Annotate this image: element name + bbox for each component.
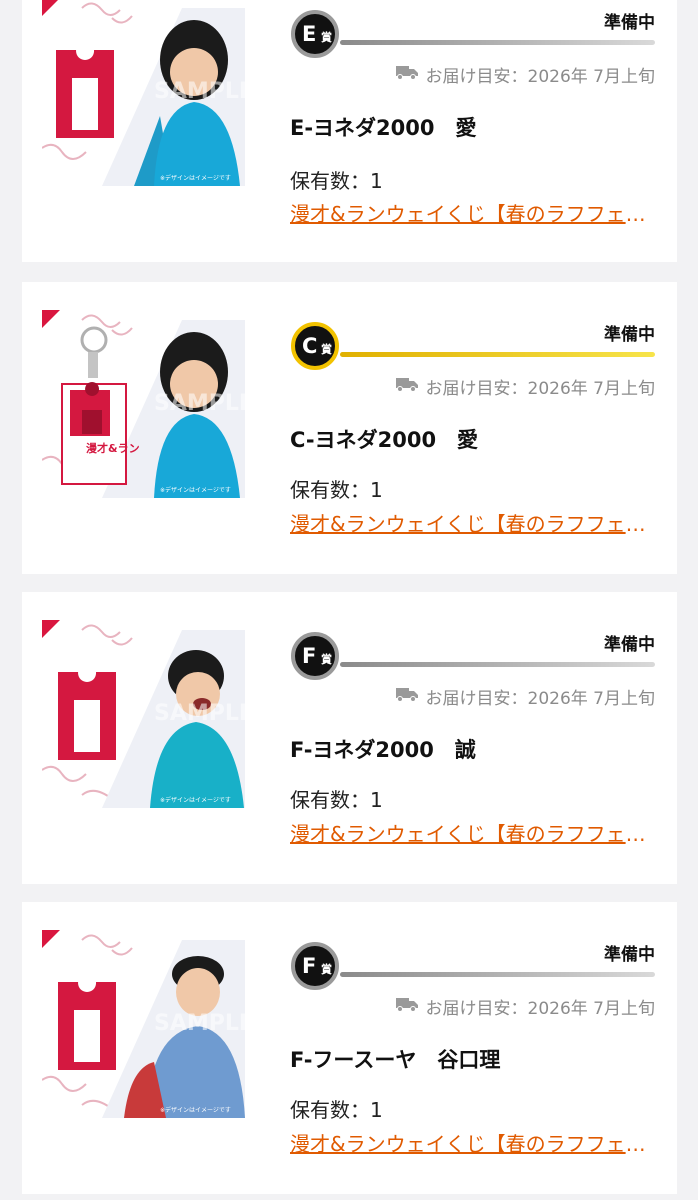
- rank-badge: E 賞: [291, 10, 339, 58]
- prize-title[interactable]: F-フースーヤ 谷口理: [290, 1044, 500, 1074]
- status-progress-line: [340, 352, 655, 357]
- lottery-link[interactable]: 漫才&ランウェイくじ【春のラフフェス】: [290, 1128, 652, 1157]
- quantity-owned: 保有数：1: [290, 169, 383, 193]
- prize-title[interactable]: F-ヨネダ2000 誠: [290, 734, 476, 764]
- image-caption: ※デザインはイメージです: [160, 174, 231, 182]
- image-watermark: SAMPLE: [154, 79, 245, 104]
- delivery-estimate: お届け目安：2026年 7月上旬: [395, 374, 655, 399]
- status-label: 準備中: [604, 13, 655, 33]
- image-watermark: SAMPLE: [154, 1011, 245, 1036]
- prize-title[interactable]: C-ヨネダ2000 愛: [290, 424, 478, 454]
- rank-badge: C 賞: [291, 322, 339, 370]
- image-caption: ※デザインはイメージです: [160, 486, 231, 494]
- rank-suffix: 賞: [321, 963, 332, 976]
- truck-icon: [395, 996, 418, 1017]
- quantity-owned: 保有数：1: [290, 1098, 383, 1122]
- image-watermark: SAMPLE: [154, 701, 245, 726]
- status-label: 準備中: [604, 945, 655, 965]
- rank-letter: C: [302, 334, 318, 358]
- rank-letter: F: [302, 644, 317, 668]
- delivery-estimate: お届け目安：2026年 7月上旬: [395, 994, 655, 1019]
- image-watermark: SAMPLE: [154, 391, 245, 416]
- delivery-estimate: お届け目安：2026年 7月上旬: [395, 684, 655, 709]
- prize-card[interactable]: SAMPLE ※デザインはイメージです F 賞 準備中 お届け目安：2026年 …: [22, 592, 677, 884]
- delivery-text: お届け目安：2026年 7月上旬: [425, 379, 655, 399]
- lottery-link[interactable]: 漫才&ランウェイくじ【春のラフフェス】: [290, 508, 652, 537]
- quantity-owned: 保有数：1: [290, 788, 383, 812]
- rank-suffix: 賞: [321, 31, 332, 44]
- image-caption: ※デザインはイメージです: [160, 1106, 231, 1114]
- delivery-text: お届け目安：2026年 7月上旬: [425, 999, 655, 1019]
- truck-icon: [395, 64, 418, 85]
- delivery-text: お届け目安：2026年 7月上旬: [425, 67, 655, 87]
- rank-letter: E: [302, 22, 317, 46]
- prize-card[interactable]: SAMPLE ※デザインはイメージです E 賞 準備中 お届け目安：2026年 …: [22, 0, 677, 262]
- prize-image[interactable]: 漫才&ラン SAMPLE ※デザインはイメージです: [42, 310, 245, 498]
- status-progress-line: [340, 662, 655, 667]
- prize-image[interactable]: SAMPLE ※デザインはイメージです: [42, 930, 245, 1118]
- delivery-text: お届け目安：2026年 7月上旬: [425, 689, 655, 709]
- rank-badge: F 賞: [291, 632, 339, 680]
- lottery-link[interactable]: 漫才&ランウェイくじ【春のラフフェス】: [290, 198, 652, 227]
- truck-icon: [395, 376, 418, 397]
- rank-suffix: 賞: [321, 653, 332, 666]
- prize-image[interactable]: SAMPLE ※デザインはイメージです: [42, 0, 245, 186]
- prize-image[interactable]: SAMPLE ※デザインはイメージです: [42, 620, 245, 808]
- prize-card[interactable]: 漫才&ラン SAMPLE ※デザインはイメージです C 賞 準備中 お届け目安：…: [22, 282, 677, 574]
- rank-badge: F 賞: [291, 942, 339, 990]
- status-label: 準備中: [604, 325, 655, 345]
- lottery-link[interactable]: 漫才&ランウェイくじ【春のラフフェス】: [290, 818, 652, 847]
- status-label: 準備中: [604, 635, 655, 655]
- rank-letter: F: [302, 954, 317, 978]
- quantity-owned: 保有数：1: [290, 478, 383, 502]
- svg-text:漫才&ラン: 漫才&ラン: [86, 441, 140, 455]
- status-progress-line: [340, 972, 655, 977]
- prize-title[interactable]: E-ヨネダ2000 愛: [290, 112, 477, 142]
- image-caption: ※デザインはイメージです: [160, 796, 231, 804]
- truck-icon: [395, 686, 418, 707]
- status-progress-line: [340, 40, 655, 45]
- delivery-estimate: お届け目安：2026年 7月上旬: [395, 62, 655, 87]
- rank-suffix: 賞: [321, 343, 332, 356]
- prize-card[interactable]: SAMPLE ※デザインはイメージです F 賞 準備中 お届け目安：2026年 …: [22, 902, 677, 1194]
